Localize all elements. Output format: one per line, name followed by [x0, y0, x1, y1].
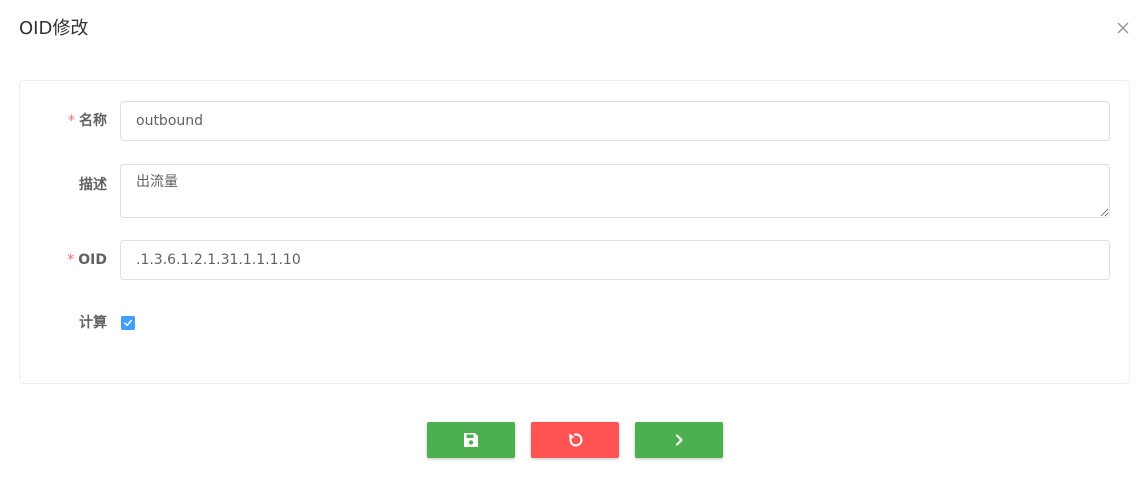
check-icon [124, 319, 132, 327]
description-label: 描述 [79, 177, 107, 193]
required-mark: * [68, 113, 75, 129]
dialog-title: OID修改 [19, 18, 89, 39]
oid-label-text: OID [78, 252, 107, 268]
close-button[interactable] [1114, 19, 1132, 37]
save-icon [464, 433, 478, 447]
calculate-checkbox[interactable] [121, 316, 135, 330]
oid-label: * OID [67, 250, 107, 270]
chevron-right-icon [675, 434, 683, 446]
required-mark: * [67, 252, 75, 268]
name-label: * 名称 [68, 111, 107, 131]
oid-form: *名称 描述 出流量 *OID 计算 [19, 80, 1130, 384]
oid-input[interactable] [120, 240, 1110, 280]
calculate-label: 计算 [79, 315, 107, 331]
next-button[interactable] [635, 422, 723, 458]
reset-icon [569, 433, 583, 447]
save-button[interactable] [427, 422, 515, 458]
name-input[interactable] [120, 101, 1110, 141]
oid-edit-dialog: OID修改 *名称 描述 出流量 *OID 计算 [0, 0, 1148, 477]
close-icon [1117, 22, 1129, 34]
reset-button[interactable] [531, 422, 619, 458]
description-textarea[interactable]: 出流量 [120, 164, 1110, 218]
name-label-text: 名称 [79, 113, 107, 129]
